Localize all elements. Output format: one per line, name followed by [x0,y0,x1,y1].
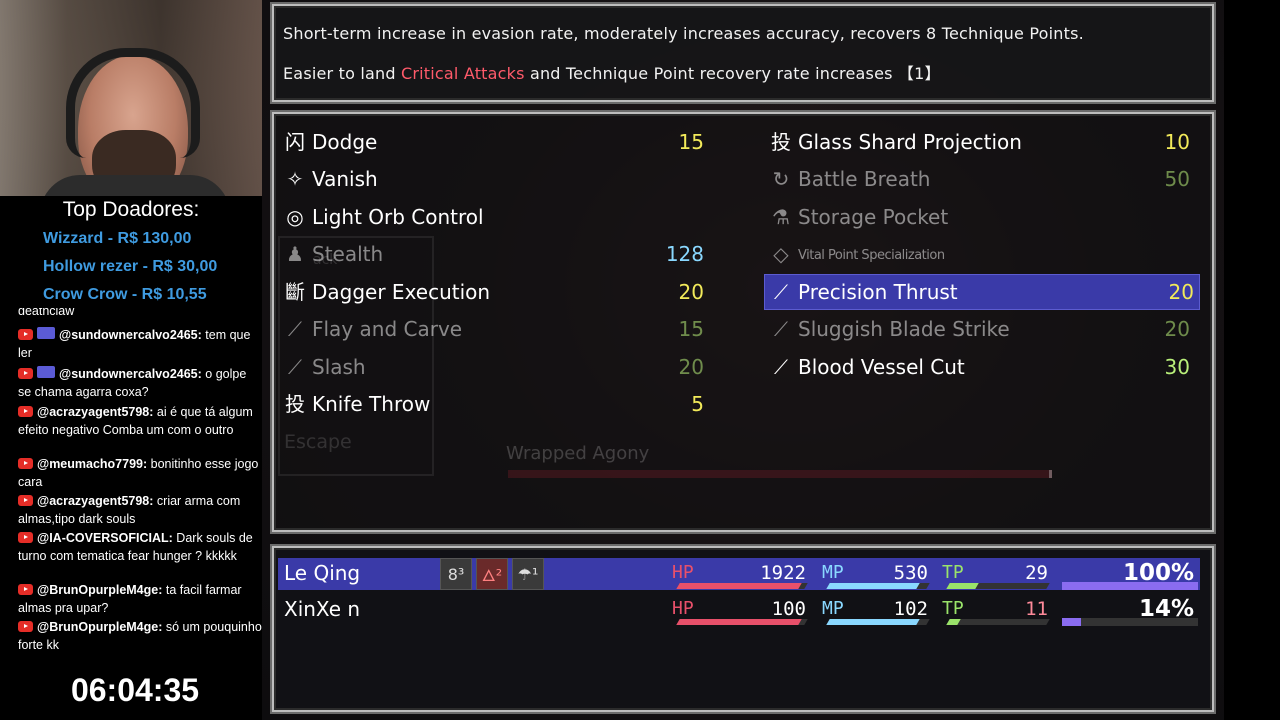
hp-gauge [676,619,808,625]
help-window [270,2,1216,104]
donor-2: Hollow rezer - R$ 30,00 [43,258,218,275]
youtube-icon [18,458,33,469]
chat-message: @acrazyagent5798: criar arma com almas,t… [18,494,241,526]
state-icon: 🜂² [476,558,508,590]
tp-value: 11 [1025,598,1048,620]
chat-message: @meumacho7799: bonitinho esse jogo cara [18,457,259,489]
chat-message: deathclaw [18,308,75,318]
light-orb-skill-icon: ◎ [286,205,304,229]
chat-message: @sundownercalvo2465: tem que ler [18,327,251,360]
chat-message: @BrunOpurpleM4ge: só um pouquinho forte … [18,620,262,652]
youtube-icon [18,621,33,632]
chat-message: @BrunOpurpleM4ge: ta facil farmar almas … [18,583,242,615]
skill-slash[interactable]: ⟋ Slash 20 [278,349,710,385]
vanish-skill-icon: ✧ [286,167,304,191]
skill-glass-shard-projection[interactable]: 投 Glass Shard Projection 10 [764,124,1196,160]
skill-flay-and-carve[interactable]: ⟋ Flay and Carve 15 [278,311,710,347]
mp-value: 102 [893,598,928,620]
donor-1: Wizzard - R$ 130,00 [43,230,192,247]
state-icon: ☂¹ [512,558,544,590]
tp-value: 29 [1025,562,1048,584]
mp-value: 530 [893,562,928,584]
skill-precision-thrust[interactable]: ⟋ Precision Thrust 20 [764,274,1200,310]
youtube-icon [18,368,33,379]
blade-skill-icon: ⟋ [288,317,302,341]
skill-vanish[interactable]: ✧ Vanish [278,161,710,197]
mp-gauge [826,619,930,625]
background-enemy-hp-bar [508,470,1052,478]
skill-stealth[interactable]: ♟ Stealth 128 [278,236,710,272]
stream-timer: 06:04:35 [70,672,200,708]
donor-3: Crow Crow - R$ 10,55 [43,286,207,303]
throw-skill-icon: 投 [285,392,305,416]
help-text-line-2: Easier to land Critical Attacks and Tech… [283,64,941,83]
skill-knife-throw[interactable]: 投 Knife Throw 5 [278,386,710,422]
action-percent: 14% [1138,596,1194,622]
youtube-icon [18,495,33,506]
skill-sluggish-blade-strike[interactable]: ⟋ Sluggish Blade Strike 20 [764,311,1196,347]
youtube-icon [18,406,33,417]
blade-skill-icon: ⟋ [774,355,788,379]
blade-skill-icon: ⟋ [774,280,788,304]
action-percent: 100% [1122,560,1194,586]
skill-vital-point-specialization[interactable]: ◇ Vital Point Specialization [764,236,1196,272]
skill-storage-pocket[interactable]: ⚗ Storage Pocket [764,199,1196,235]
youtube-icon [18,532,33,543]
youtube-icon [18,584,33,595]
dodge-skill-icon: 闪 [285,130,305,154]
tp-gauge [946,583,1050,589]
diamond-skill-icon: ◇ [773,242,789,266]
chat-panel: deathclaw @sundownercalvo2465: tem que l… [0,308,262,666]
dagger-execution-skill-icon: 斷 [285,280,305,304]
background-escape-text: Escape [284,431,352,453]
blade-skill-icon: ⟋ [288,355,302,379]
skill-blood-vessel-cut[interactable]: ⟋ Blood Vessel Cut 30 [764,349,1196,385]
skill-dagger-execution[interactable]: 斷 Dagger Execution 20 [278,274,710,310]
hp-value: 100 [771,598,806,620]
critical-attacks-keyword: Critical Attacks [400,64,525,83]
youtube-icon [18,329,33,340]
chat-message: @acrazyagent5798: ai é que tá algum efei… [18,405,253,437]
help-text-line-1: Short-term increase in evasion rate, mod… [283,24,1084,43]
party-member-le-qing[interactable]: Le Qing 8³ 🜂² ☂¹ HP 1922 MP 530 TP 29 10… [278,558,1200,590]
blade-skill-icon: ⟋ [774,317,788,341]
top-donors-title: Top Doadores: [62,198,200,221]
skill-battle-breath[interactable]: ↻ Battle Breath 50 [764,161,1196,197]
stealth-skill-icon: ♟ [286,242,304,266]
skill-light-orb-control[interactable]: ◎ Light Orb Control [278,199,710,235]
twitch-icon [37,366,55,378]
webcam-feed [0,0,268,196]
state-icon: 8³ [440,558,472,590]
hp-value: 1922 [760,562,806,584]
twitch-icon [37,327,55,339]
party-member-xinxen[interactable]: XinXe n HP 100 MP 102 TP 11 14% [278,594,1200,626]
chat-message: @IA-COVERSOFICIAL: Dark souls de turno c… [18,531,253,563]
pouch-skill-icon: ⚗ [772,205,790,229]
skill-dodge[interactable]: 闪 Dodge 15 [278,124,710,160]
mp-gauge [826,583,930,589]
background-enemy-name: Wrapped Agony [506,443,650,464]
chat-message: @sundownercalvo2465: o golpe se chama ag… [18,366,247,399]
throw-skill-icon: 投 [771,130,791,154]
hp-gauge [676,583,808,589]
tp-gauge [946,619,1050,625]
breath-skill-icon: ↻ [772,167,790,191]
